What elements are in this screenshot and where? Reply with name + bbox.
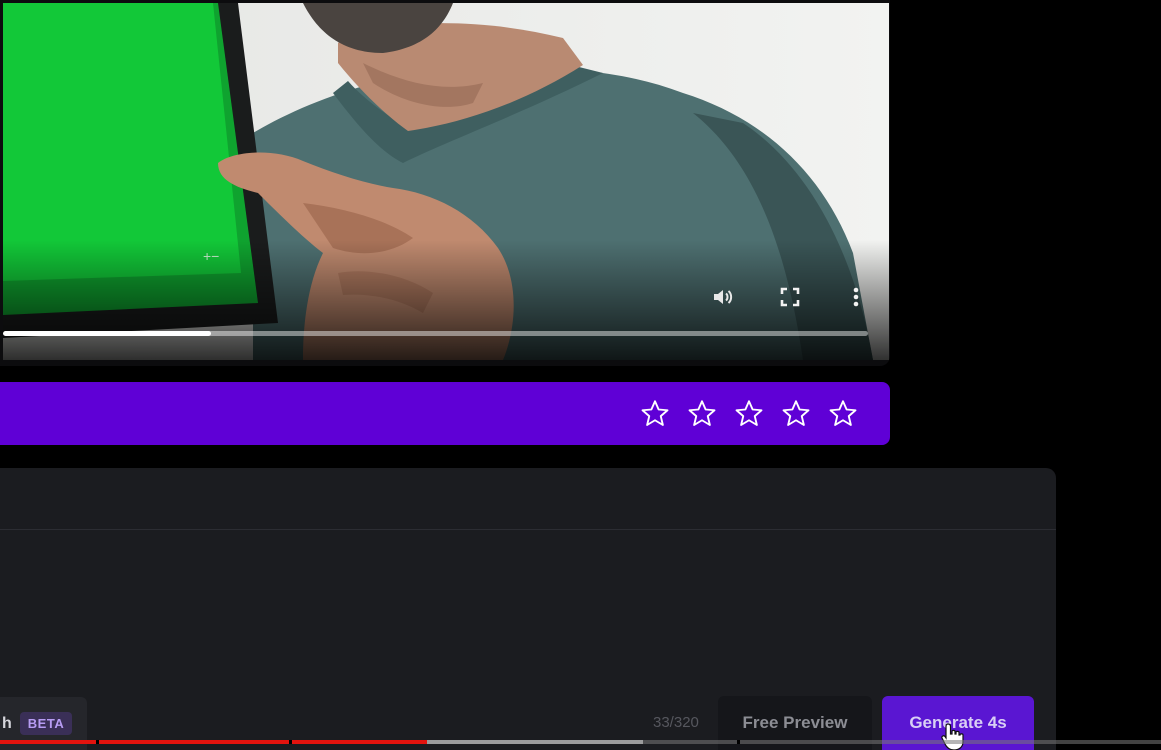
hand-cursor-icon — [941, 723, 964, 750]
star-outline-icon[interactable] — [781, 399, 811, 429]
svg-text:+−: +− — [203, 248, 219, 264]
beta-badge: BETA — [19, 712, 73, 735]
star-outline-icon[interactable] — [640, 399, 670, 429]
video-progress-bar[interactable] — [3, 331, 868, 336]
outer-player-scrubber[interactable] — [0, 740, 1161, 744]
video-player[interactable]: +− — [0, 0, 890, 366]
prompt-panel: h BETA 33/320 Free Preview Generate 4s — [0, 468, 1056, 750]
more-vertical-icon — [853, 287, 859, 307]
star-outline-icon[interactable] — [687, 399, 717, 429]
volume-button[interactable] — [710, 284, 736, 310]
video-frame[interactable]: +− — [3, 3, 889, 360]
fullscreen-button[interactable] — [777, 284, 803, 310]
mode-chip-label: h — [2, 714, 12, 732]
chapter-marker — [737, 740, 740, 744]
star-rating[interactable] — [640, 399, 858, 429]
chapter-marker — [289, 740, 292, 744]
prompt-input[interactable] — [0, 530, 1056, 690]
more-options-button[interactable] — [843, 284, 869, 310]
outer-scrub-played — [0, 740, 428, 744]
chapter-marker — [96, 740, 99, 744]
star-outline-icon[interactable] — [734, 399, 764, 429]
video-progress-fill — [3, 331, 211, 336]
rating-bar — [0, 382, 890, 445]
volume-icon — [714, 290, 733, 304]
character-counter: 33/320 — [653, 714, 699, 731]
star-outline-icon[interactable] — [828, 399, 858, 429]
fullscreen-icon — [780, 287, 800, 307]
app-frame: +− h BETA 33/320 Free Preview Generate 4… — [0, 0, 1161, 750]
video-scene-image: +− — [3, 3, 873, 360]
